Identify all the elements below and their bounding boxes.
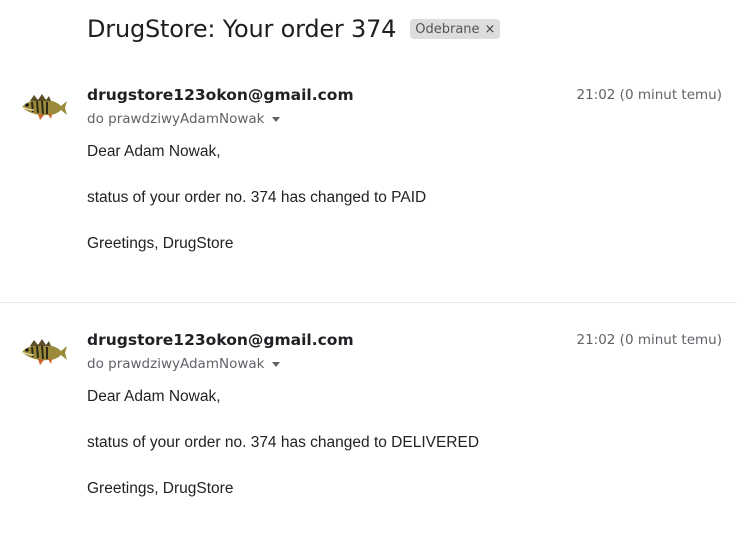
message-body: status of your order no. 374 has changed… [87, 434, 480, 451]
label-chip-text: Odebrane [415, 21, 480, 37]
message-signoff: Greetings, DrugStore [87, 480, 234, 497]
message-greeting: Dear Adam Nowak, [87, 143, 221, 160]
email-thread: DrugStore: Your order 374 Odebrane × dru… [0, 0, 737, 552]
recipient-text: do prawdziwyAdamNowak [87, 111, 265, 127]
message-body: status of your order no. 374 has changed… [87, 189, 427, 206]
chevron-down-icon[interactable] [272, 116, 281, 122]
chevron-down-icon[interactable] [272, 361, 281, 367]
message-divider [0, 302, 737, 303]
perch-fish-icon [21, 339, 67, 365]
timestamp: 21:02 (0 minut temu) [576, 87, 722, 103]
message-signoff: Greetings, DrugStore [87, 235, 234, 252]
subject-header: DrugStore: Your order 374 Odebrane × [87, 15, 501, 43]
message-greeting: Dear Adam Nowak, [87, 388, 221, 405]
email-subject: DrugStore: Your order 374 [87, 15, 397, 43]
recipient-line: do prawdziwyAdamNowak [87, 356, 281, 372]
close-icon[interactable]: × [485, 22, 496, 37]
timestamp: 21:02 (0 minut temu) [576, 332, 722, 348]
recipient-text: do prawdziwyAdamNowak [87, 356, 265, 372]
label-chip-inbox[interactable]: Odebrane × [410, 19, 501, 39]
sender-email[interactable]: drugstore123okon@gmail.com [87, 86, 354, 104]
recipient-line: do prawdziwyAdamNowak [87, 111, 281, 127]
perch-fish-icon [21, 94, 67, 120]
sender-email[interactable]: drugstore123okon@gmail.com [87, 331, 354, 349]
